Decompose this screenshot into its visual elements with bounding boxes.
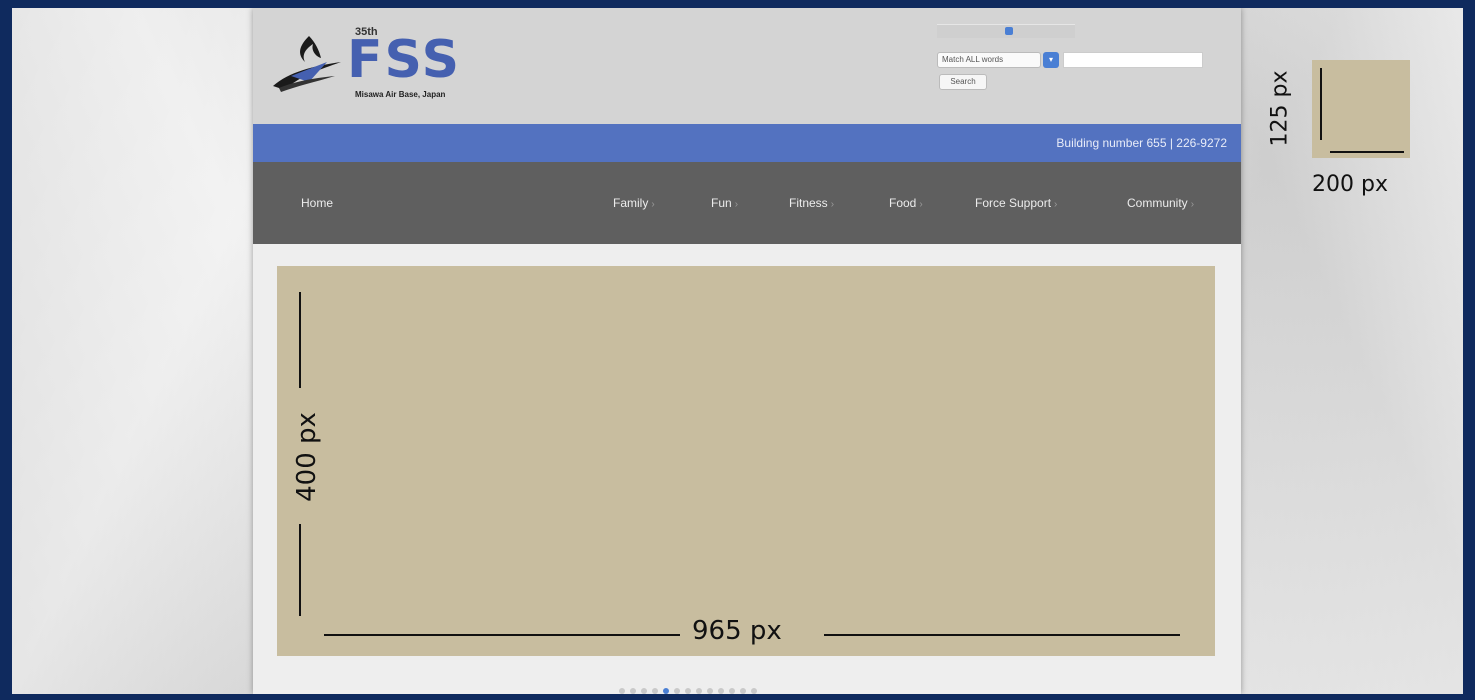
slider-dot[interactable] [652,688,658,694]
caret-icon: › [830,199,835,210]
mini-height-line [1320,68,1322,140]
height-dimension-label: 400 px [291,412,322,502]
width-dimension-label: 965 px [692,616,782,646]
slider-dot[interactable] [641,688,647,694]
nav-item-label: Fun [711,196,732,210]
nav-item-label: Fitness [789,196,828,210]
mini-width-label: 200 px [1312,172,1388,197]
site-logo[interactable]: 35th FSS Misawa Air Base, Japan [269,24,499,116]
nav-item-label: Food [889,196,917,210]
width-dimension-line-left [324,634,680,636]
nav-item-force-support[interactable]: Force Support › [975,196,1057,210]
background-canvas: 35th FSS Misawa Air Base, Japan Match AL… [12,8,1463,694]
nav-item-fun[interactable]: Fun › [711,196,738,210]
slider-dot[interactable] [674,688,680,694]
website-frame: 35th FSS Misawa Air Base, Japan Match AL… [253,8,1241,694]
slider-dot[interactable] [718,688,724,694]
nav-item-home[interactable]: Home [301,196,333,210]
nav-item-community[interactable]: Community › [1127,196,1194,210]
slider-dot[interactable] [740,688,746,694]
caret-icon: › [734,199,739,210]
height-dimension-line-bottom [299,524,301,616]
nav-item-label: Force Support [975,196,1052,210]
search-toolbar [937,24,1075,38]
slider-dot[interactable] [663,688,669,694]
nav-item-food[interactable]: Food › [889,196,923,210]
caret-icon: › [1054,199,1058,210]
logo-title: FSS [347,30,462,90]
search-button[interactable]: Search [939,74,987,90]
chevron-down-icon[interactable]: ▾ [1043,52,1059,68]
hero-slider-placeholder[interactable] [277,266,1215,656]
search-input[interactable] [1063,52,1203,68]
slider-dot[interactable] [729,688,735,694]
slider-dot[interactable] [696,688,702,694]
nav-item-fitness[interactable]: Fitness › [789,196,834,210]
search-options-icon[interactable] [1005,27,1013,35]
height-dimension-line-top [299,292,301,388]
caret-icon: › [919,199,923,210]
caret-icon: › [1190,199,1195,210]
slider-dot[interactable] [707,688,713,694]
info-bar: Building number 655 | 226-9272 [253,124,1241,162]
nav-item-family[interactable]: Family › [613,196,655,210]
nav-item-label: Home [301,196,334,210]
nav-item-label: Community [1127,196,1188,210]
building-contact: Building number 655 | 226-9272 [1056,136,1227,150]
site-header: 35th FSS Misawa Air Base, Japan Match AL… [253,8,1241,124]
logo-subtitle: Misawa Air Base, Japan [355,90,446,99]
search-area: Match ALL words ▾ Search [937,24,1207,94]
slider-dot[interactable] [751,688,757,694]
width-dimension-line-right [824,634,1180,636]
main-nav: Home Family › Fun › Fitness › Food › Force S… [253,162,1241,244]
slider-dot[interactable] [619,688,625,694]
match-mode-select[interactable]: Match ALL words [937,52,1041,68]
small-placeholder-box [1312,60,1410,158]
mini-height-label: 125 px [1267,70,1293,147]
mini-width-line [1330,151,1404,153]
flame-swoosh-icon [273,36,341,92]
nav-item-label: Family [613,196,649,210]
slider-dot[interactable] [630,688,636,694]
caret-icon: › [651,199,655,210]
slider-dot[interactable] [685,688,691,694]
